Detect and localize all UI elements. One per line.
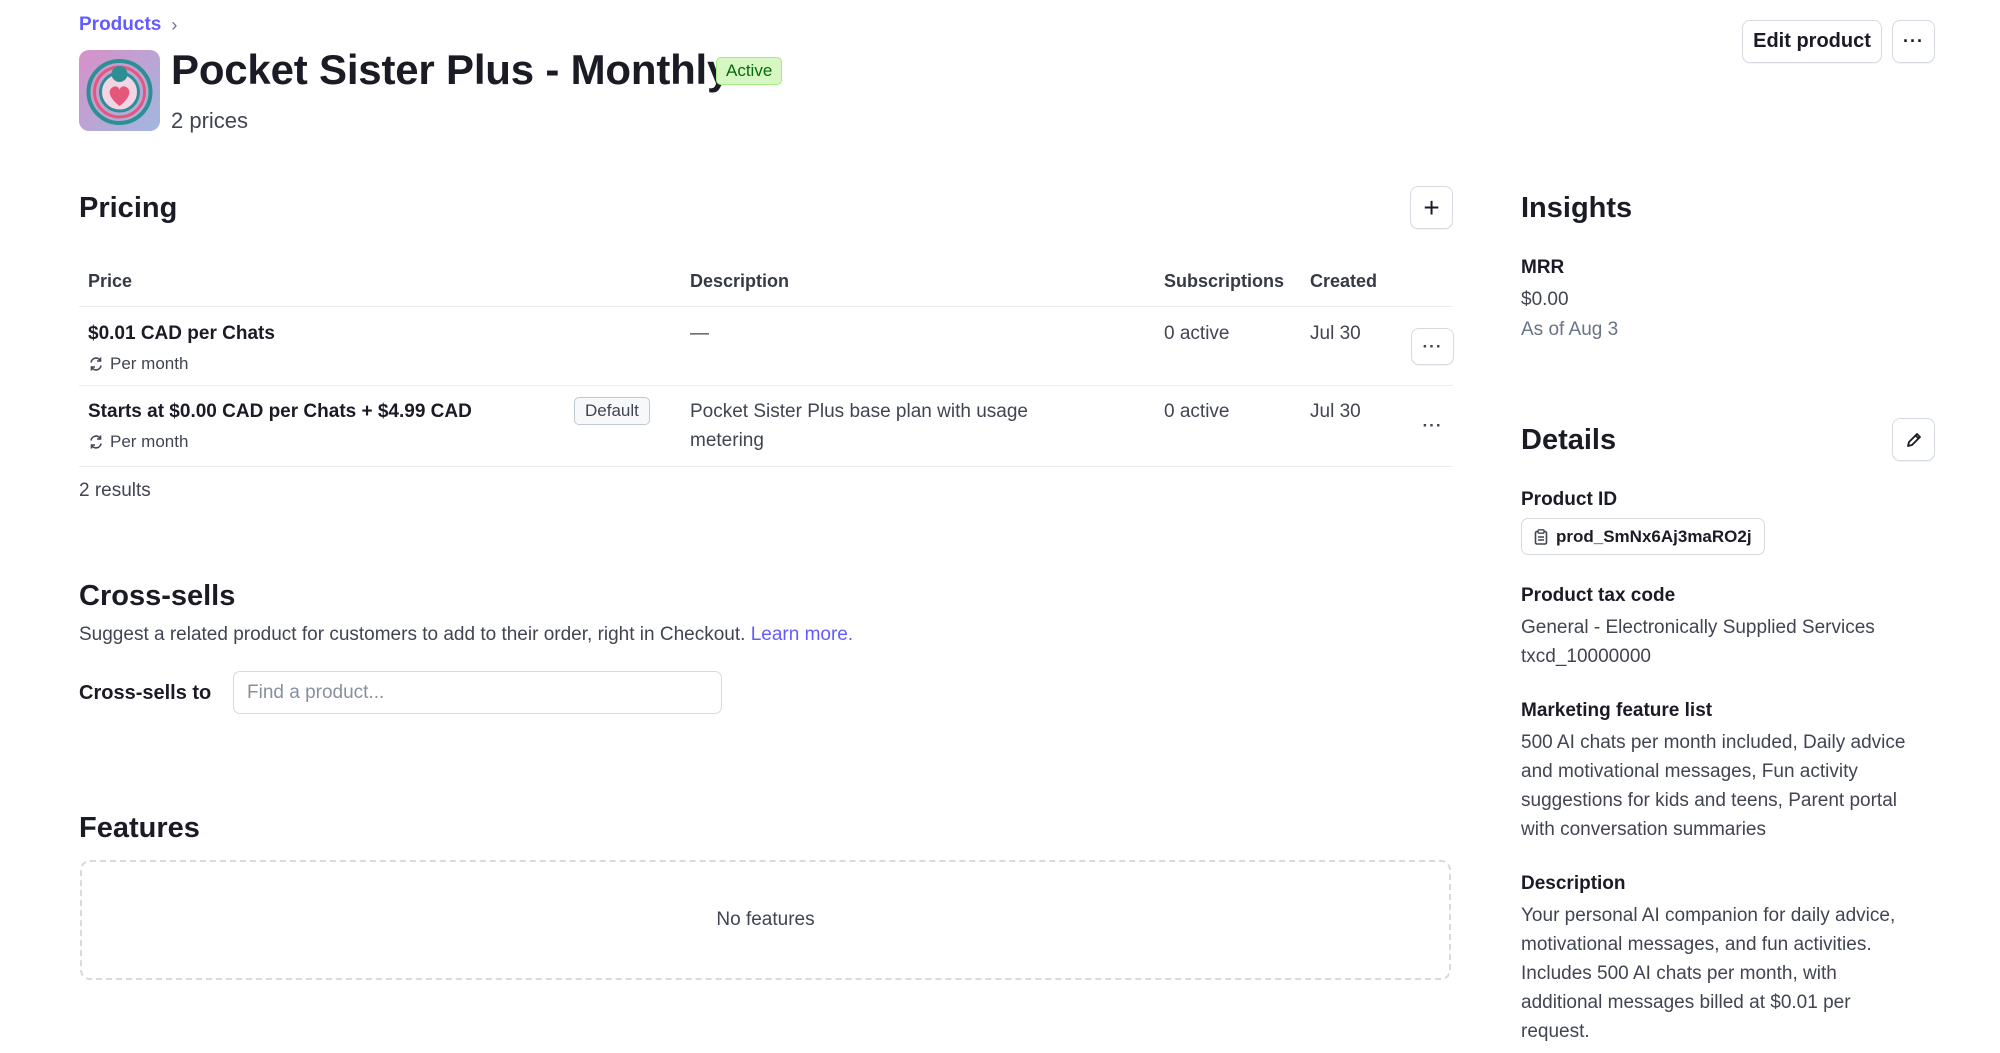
edit-details-button[interactable] bbox=[1892, 418, 1935, 461]
subscriptions-cell: 0 active bbox=[1164, 323, 1230, 344]
cross-sells-label: Cross-sells to bbox=[79, 682, 212, 704]
edit-product-button[interactable]: Edit product bbox=[1742, 20, 1882, 63]
interval-label: Per month bbox=[110, 432, 189, 451]
insights-heading: Insights bbox=[1521, 192, 1633, 224]
cross-sells-search-input[interactable] bbox=[233, 671, 722, 714]
divider bbox=[79, 466, 1453, 467]
description-cell: — bbox=[690, 323, 709, 344]
default-badge: Default bbox=[574, 397, 650, 425]
row-more-button[interactable]: ··· bbox=[1411, 407, 1454, 444]
price-count: 2 prices bbox=[171, 108, 249, 133]
cross-sells-description-text: Suggest a related product for customers … bbox=[79, 624, 746, 645]
interval-cell: Per month bbox=[88, 432, 188, 452]
created-cell: Jul 30 bbox=[1310, 401, 1361, 422]
price-cell: Starts at $0.00 CAD per Chats + $4.99 CA… bbox=[88, 401, 472, 422]
created-cell: Jul 30 bbox=[1310, 323, 1361, 344]
description-line: Your personal AI companion for daily adv… bbox=[1521, 905, 1896, 926]
pencil-icon bbox=[1906, 432, 1921, 447]
column-header-created[interactable]: Created bbox=[1310, 271, 1377, 292]
learn-more-link[interactable]: Learn more. bbox=[751, 624, 853, 645]
mrr-label: MRR bbox=[1521, 257, 1565, 278]
description-line: request. bbox=[1521, 1021, 1590, 1042]
marketing-feature-list: 500 AI chats per month included, Daily a… bbox=[1521, 728, 1941, 844]
table-row[interactable]: $0.01 CAD per Chats Per month — 0 active… bbox=[79, 307, 1454, 385]
features-heading: Features bbox=[79, 812, 200, 844]
page-title: Pocket Sister Plus - Monthly bbox=[171, 46, 731, 93]
refresh-icon bbox=[90, 435, 102, 449]
pricing-heading: Pricing bbox=[79, 192, 178, 224]
description-line: Includes 500 AI chats per month, with bbox=[1521, 963, 1837, 984]
chevron-right-icon: › bbox=[171, 14, 178, 35]
column-header-description[interactable]: Description bbox=[690, 271, 789, 292]
mrr-value: $0.00 bbox=[1521, 289, 1569, 310]
description-label: Description bbox=[1521, 873, 1626, 894]
column-header-subscriptions[interactable]: Subscriptions bbox=[1164, 271, 1284, 292]
marketing-feature-line: 500 AI chats per month included, Daily a… bbox=[1521, 732, 1906, 753]
table-row[interactable]: Starts at $0.00 CAD per Chats + $4.99 CA… bbox=[79, 386, 1453, 466]
cross-sells-description: Suggest a related product for customers … bbox=[79, 624, 853, 646]
features-empty-state: No features bbox=[80, 860, 1451, 980]
subscriptions-cell: 0 active bbox=[1164, 401, 1230, 422]
description-line: motivational messages, and fun activitie… bbox=[1521, 934, 1872, 955]
product-id-label: Product ID bbox=[1521, 489, 1618, 510]
refresh-icon bbox=[90, 357, 102, 371]
product-id-value: prod_SmNx6Aj3maRO2j bbox=[1556, 526, 1752, 546]
row-more-button[interactable]: ··· bbox=[1411, 328, 1454, 365]
description-line: additional messages billed at $0.01 per bbox=[1521, 992, 1851, 1013]
description-cell: Pocket Sister Plus base plan with usage bbox=[690, 401, 1028, 422]
add-price-button[interactable]: + bbox=[1410, 186, 1453, 229]
product-description: Your personal AI companion for daily adv… bbox=[1521, 901, 1941, 1046]
results-count: 2 results bbox=[79, 480, 151, 501]
tax-code-label: Product tax code bbox=[1521, 585, 1676, 606]
more-actions-button[interactable]: ··· bbox=[1892, 20, 1935, 63]
breadcrumb: Products › bbox=[79, 14, 177, 36]
cross-sells-heading: Cross-sells bbox=[79, 580, 236, 612]
details-heading: Details bbox=[1521, 424, 1617, 456]
description-cell-continued: metering bbox=[690, 430, 764, 451]
copy-icon bbox=[1534, 528, 1548, 545]
product-logo bbox=[79, 50, 160, 131]
interval-cell: Per month bbox=[88, 354, 188, 374]
interval-label: Per month bbox=[110, 354, 189, 373]
marketing-feature-line: suggestions for kids and teens, Parent p… bbox=[1521, 790, 1898, 811]
mrr-as-of: As of Aug 3 bbox=[1521, 319, 1619, 340]
status-badge: Active bbox=[716, 57, 783, 85]
breadcrumb-products-link[interactable]: Products bbox=[79, 14, 161, 36]
column-header-price[interactable]: Price bbox=[88, 271, 132, 292]
tax-code-name: General - Electronically Supplied Servic… bbox=[1521, 617, 1875, 638]
marketing-feature-line: and motivational messages, Fun activity bbox=[1521, 761, 1858, 782]
marketing-feature-label: Marketing feature list bbox=[1521, 700, 1713, 721]
price-cell: $0.01 CAD per Chats bbox=[88, 323, 275, 344]
tax-code-id: txcd_10000000 bbox=[1521, 646, 1651, 667]
marketing-feature-line: with conversation summaries bbox=[1521, 819, 1766, 840]
no-features-text: No features bbox=[716, 909, 815, 930]
product-id-copy-button[interactable]: prod_SmNx6Aj3maRO2j bbox=[1521, 518, 1765, 555]
